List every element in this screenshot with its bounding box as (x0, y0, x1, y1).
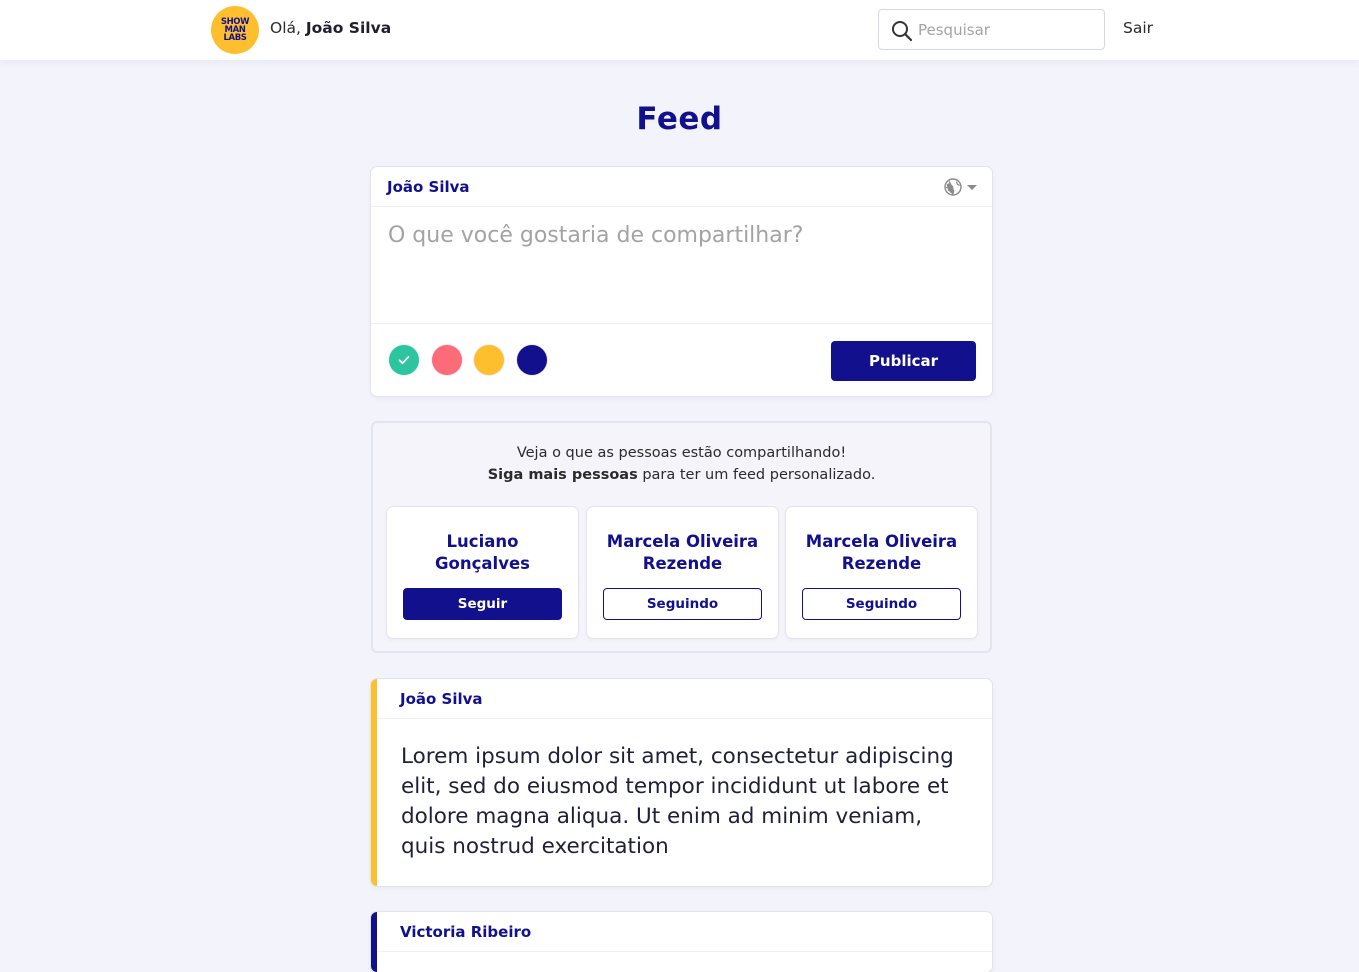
top-navbar: SHOW MAN LABS Olá, João Silva Sair (0, 0, 1359, 60)
suggested-person-name: Luciano Gonçalves (435, 532, 530, 573)
check-icon (398, 355, 410, 365)
suggested-person-card: Marcela Oliveira Rezende Seguindo (786, 507, 977, 638)
composer-header: João Silva (371, 167, 992, 207)
page-title: Feed (636, 101, 723, 137)
suggested-person-card: Marcela Oliveira Rezende Seguindo (587, 507, 778, 638)
post-author[interactable]: João Silva (400, 690, 483, 708)
post-header: João Silva (377, 679, 992, 719)
follow-suggestions: Veja o que as pessoas estão compartilhan… (371, 421, 992, 653)
color-option-navy[interactable] (517, 345, 547, 375)
following-button[interactable]: Seguindo (802, 588, 961, 620)
logout-link[interactable]: Sair (1123, 19, 1153, 37)
follow-button[interactable]: Seguir (403, 588, 562, 620)
color-option-red[interactable] (432, 345, 462, 375)
color-option-green[interactable] (389, 345, 419, 375)
post-author[interactable]: Victoria Ribeiro (400, 923, 531, 941)
privacy-dropdown[interactable] (944, 178, 977, 196)
post-text: Lorem ipsum dolor sit amet, consectetur … (401, 744, 954, 859)
suggested-person-name: Marcela Oliveira Rezende (606, 532, 759, 573)
greeting-user-name: João Silva (305, 19, 392, 37)
feed-post: João Silva Lorem ipsum dolor sit amet, c… (371, 679, 992, 886)
greeting-prefix: Olá, (270, 19, 301, 37)
globe-icon (944, 178, 962, 196)
publish-button[interactable]: Publicar (831, 341, 976, 381)
suggestions-subline-bold: Siga mais pessoas (487, 467, 638, 483)
suggestions-subline-rest: para ter um feed personalizado. (637, 467, 876, 483)
showman-labs-logo[interactable]: SHOW MAN LABS (211, 6, 259, 54)
chevron-down-icon (967, 184, 977, 190)
suggestions-headline: Veja o que as pessoas estão compartilhan… (516, 445, 847, 461)
search-icon (892, 21, 913, 42)
suggestions-subline: Siga mais pessoas para ter um feed perso… (373, 467, 990, 483)
feed-post: Victoria Ribeiro (371, 912, 992, 972)
logo-text-line-3: LABS (223, 33, 247, 43)
post-text-input[interactable] (388, 223, 978, 313)
suggested-person-name: Marcela Oliveira Rezende (805, 532, 958, 573)
search-box[interactable] (878, 9, 1105, 50)
post-header: Victoria Ribeiro (377, 912, 992, 952)
user-greeting: Olá, João Silva (270, 19, 391, 37)
suggested-person-card: Luciano Gonçalves Seguir (387, 507, 578, 638)
composer-author: João Silva (387, 178, 470, 196)
post-composer: João Silva Publicar (371, 167, 992, 396)
following-button[interactable]: Seguindo (603, 588, 762, 620)
color-option-yellow[interactable] (474, 345, 504, 375)
search-input[interactable] (918, 18, 1098, 42)
composer-footer: Publicar (371, 323, 992, 396)
